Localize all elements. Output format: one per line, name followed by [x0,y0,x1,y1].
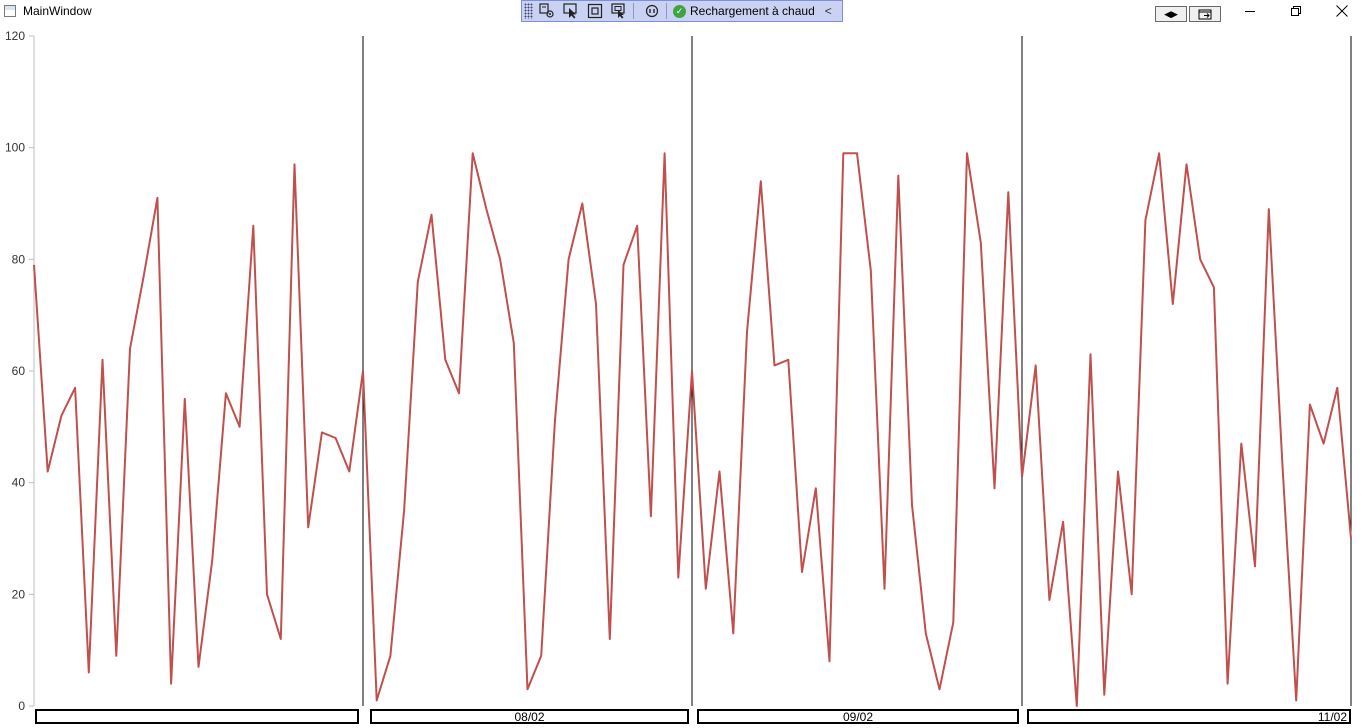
y-tick-label: 40 [12,476,26,490]
range-slider-2[interactable]: 08/02 [370,709,689,724]
y-tick-label: 0 [18,699,25,713]
series-line-panel-3 [691,152,1023,691]
slider-label: 08/02 [514,710,545,724]
y-tick-label: 80 [12,252,26,266]
range-slider-1[interactable] [35,709,359,724]
slider-label: 11/02 [1317,710,1347,724]
y-tick-label: 120 [5,29,25,43]
y-tick-label: 60 [12,364,26,378]
range-slider-3[interactable]: 09/02 [697,709,1019,724]
slider-label: 09/02 [842,710,874,724]
y-tick-label: 100 [5,141,25,155]
y-tick-label: 20 [12,587,26,601]
series-line-panel-2 [362,152,693,702]
series-line-panel-1 [33,163,364,685]
series-line-panel-4 [1021,152,1352,707]
line-chart: 0 20 40 60 80 100 120 [5,29,1352,713]
range-slider-4[interactable]: 11/02 [1027,709,1351,724]
